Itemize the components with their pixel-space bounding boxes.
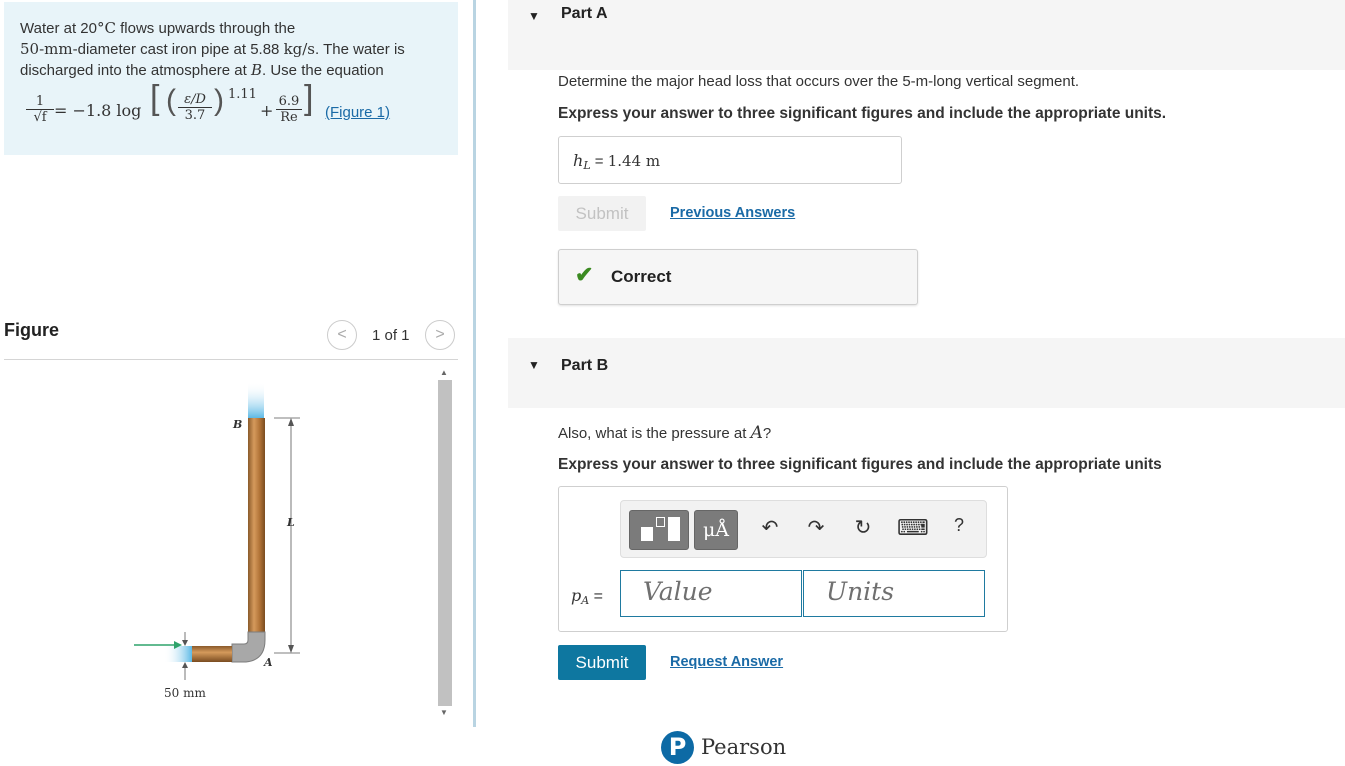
temp-unit: °C bbox=[96, 19, 116, 37]
answer-value: 1.44 m bbox=[607, 152, 661, 170]
water-inflow bbox=[164, 646, 192, 662]
label-b: B bbox=[232, 418, 242, 431]
answer-sub: L bbox=[583, 159, 591, 172]
answer-equals: = bbox=[590, 153, 608, 170]
label-50mm: 50 mm bbox=[164, 686, 206, 700]
eq-numerator: ε/D bbox=[178, 92, 212, 108]
problem-text: . The water is bbox=[315, 41, 405, 58]
label-l: L bbox=[286, 516, 295, 529]
keyboard-icon[interactable]: ⌨ bbox=[897, 515, 929, 541]
undo-icon[interactable]: ↶ bbox=[755, 515, 785, 540]
eq-log-term: = −1.8 log bbox=[54, 101, 142, 120]
math-toolbar: μÅ ↶ ↷ ↻ ⌨ ? bbox=[620, 500, 987, 558]
mass-rate-unit: kg/s bbox=[283, 40, 316, 58]
problem-statement: Water at 20°C flows upwards through the … bbox=[4, 2, 458, 155]
scroll-thumb[interactable] bbox=[438, 380, 452, 706]
problem-text: discharged into the atmosphere at bbox=[20, 62, 251, 79]
pearson-brand: Pearson bbox=[701, 735, 787, 759]
eq-denominator: Re bbox=[280, 110, 298, 125]
units-input[interactable]: Units bbox=[803, 570, 985, 617]
eq-plus: + bbox=[260, 101, 274, 120]
reset-icon[interactable]: ↻ bbox=[848, 515, 878, 540]
part-b-title: Part B bbox=[561, 357, 609, 374]
diameter-unit: 50-mm bbox=[20, 40, 73, 58]
collapse-triangle-icon[interactable]: ▼ bbox=[528, 358, 540, 372]
problem-text: flows upwards through the bbox=[115, 20, 296, 37]
figure-header: Figure < 1 of 1 > bbox=[4, 318, 458, 360]
equation-lhs: 1 √f bbox=[26, 94, 54, 125]
bracket-close: ] bbox=[304, 79, 314, 117]
problem-line-2: 50-mm-diameter cast iron pipe at 5.88 kg… bbox=[20, 39, 458, 60]
pipe-diagram: B L A 50 mm bbox=[134, 382, 300, 700]
scroll-up-icon[interactable]: ▲ bbox=[440, 368, 448, 377]
water-outflow bbox=[248, 382, 264, 418]
eq-denominator: 3.7 bbox=[184, 108, 206, 123]
pressure-var: p bbox=[571, 586, 582, 605]
eq-denominator: √f bbox=[33, 110, 47, 125]
problem-text: Water at 20 bbox=[20, 20, 97, 37]
part-b-header[interactable]: ▼ Part B bbox=[508, 338, 1345, 408]
request-answer-link[interactable]: Request Answer bbox=[670, 654, 783, 670]
pearson-p-icon: P bbox=[661, 731, 694, 764]
pressure-equals: = bbox=[589, 588, 603, 605]
horizontal-pipe bbox=[192, 646, 232, 662]
scroll-down-icon[interactable]: ▼ bbox=[440, 708, 448, 717]
figure-image: B L A 50 mm bbox=[4, 364, 458, 719]
help-icon[interactable]: ? bbox=[944, 515, 974, 536]
figure-prev-button[interactable]: < bbox=[327, 320, 357, 350]
eq-numerator: 6.9 bbox=[276, 94, 302, 110]
problem-line-3: discharged into the atmosphere at B. Use… bbox=[20, 60, 458, 81]
pressure-label: pA = bbox=[571, 586, 603, 607]
eq-reynolds-frac: 6.9 Re bbox=[276, 94, 302, 125]
point-var: A bbox=[750, 423, 763, 443]
problem-text: -diameter cast iron pipe at 5.88 bbox=[72, 41, 284, 58]
part-a-instruction: Express your answer to three significant… bbox=[558, 105, 1167, 122]
templates-button[interactable] bbox=[629, 510, 689, 550]
part-a-title: Part A bbox=[561, 5, 608, 22]
part-a-submit-button[interactable]: Submit bbox=[558, 196, 646, 231]
checkmark-icon: ✔ bbox=[575, 262, 594, 287]
feedback-text: Correct bbox=[611, 267, 672, 286]
figure-title: Figure bbox=[4, 320, 60, 340]
figure-next-button[interactable]: > bbox=[425, 320, 455, 350]
part-a-question-text: Determine the major head loss that occur… bbox=[558, 73, 1080, 90]
colebrook-equation: 1 √f = −1.8 log [ ( ε/D 3.7 ) 1.11 + 6.9… bbox=[20, 79, 450, 134]
part-a-answer-box: hL = 1.44 m bbox=[558, 136, 902, 184]
paren-close: ) bbox=[214, 84, 224, 117]
part-b-question-text: Also, what is the pressure at bbox=[558, 425, 751, 442]
collapse-triangle-icon[interactable]: ▼ bbox=[528, 9, 540, 23]
part-a-question: Determine the major head loss that occur… bbox=[558, 73, 1079, 90]
paren-open: ( bbox=[166, 84, 176, 117]
pressure-sub: A bbox=[581, 594, 590, 607]
figure-scrollbar[interactable]: ▲ ▼ bbox=[436, 368, 454, 718]
figure-counter: 1 of 1 bbox=[372, 327, 410, 344]
pipe-elbow bbox=[231, 631, 266, 663]
part-b-submit-button[interactable]: Submit bbox=[558, 645, 646, 680]
eq-numerator: 1 bbox=[26, 94, 54, 110]
bracket-open: [ bbox=[150, 79, 160, 117]
eq-exponent: 1.11 bbox=[228, 87, 257, 102]
problem-text: . Use the equation bbox=[262, 62, 384, 79]
part-a-header[interactable]: ▼ Part A bbox=[508, 0, 1345, 70]
eq-roughness-frac: ε/D 3.7 bbox=[178, 92, 212, 123]
figure-link[interactable]: (Figure 1) bbox=[325, 102, 390, 123]
part-b-question: Also, what is the pressure at A? bbox=[558, 423, 771, 443]
column-divider bbox=[473, 0, 476, 727]
point-var: B bbox=[250, 61, 263, 79]
template-small-box-icon bbox=[656, 517, 665, 527]
label-a: A bbox=[263, 656, 273, 669]
problem-line-1: Water at 20°C flows upwards through the bbox=[20, 18, 458, 39]
redo-icon[interactable]: ↷ bbox=[801, 515, 831, 540]
units-button[interactable]: μÅ bbox=[694, 510, 738, 550]
part-b-question-text: ? bbox=[762, 425, 772, 442]
value-input[interactable]: Value bbox=[620, 570, 802, 617]
template-block-icon bbox=[641, 527, 653, 541]
answer-var: h bbox=[573, 151, 584, 170]
vertical-pipe bbox=[248, 418, 265, 632]
template-tall-block-icon bbox=[668, 517, 680, 541]
pearson-logo: P Pearson bbox=[661, 729, 801, 765]
feedback-correct: ✔ Correct bbox=[558, 249, 918, 305]
previous-answers-link[interactable]: Previous Answers bbox=[670, 205, 795, 221]
part-b-instruction: Express your answer to three significant… bbox=[558, 456, 1162, 473]
